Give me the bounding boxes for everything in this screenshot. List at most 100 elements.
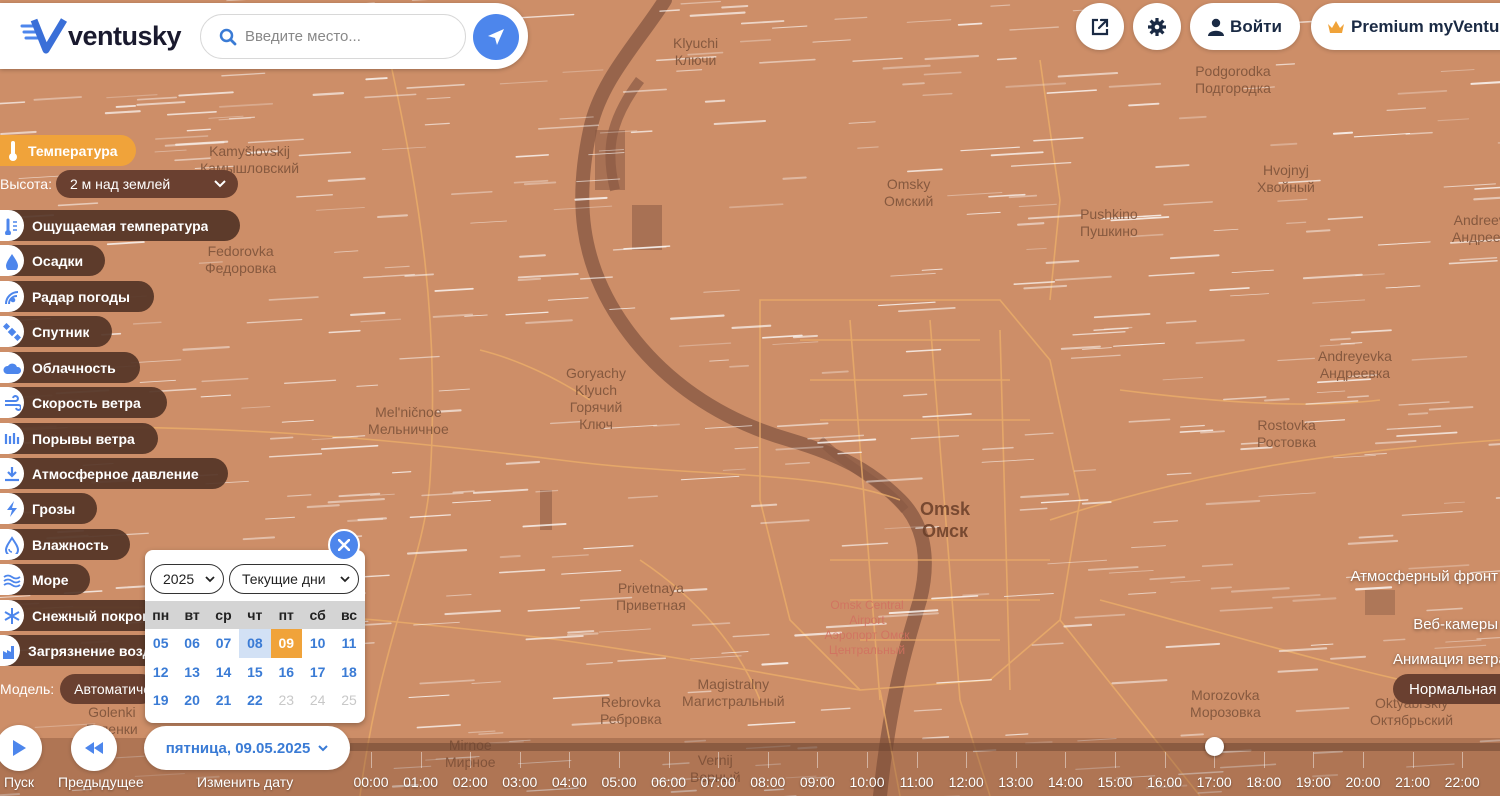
timeline-tick: [1065, 752, 1067, 768]
calendar-day: 23: [278, 692, 295, 709]
layer-label: Атмосферное давление: [32, 465, 199, 482]
place-label: Podgorodka Подгородка: [1195, 63, 1271, 96]
wind-streak: [1017, 222, 1045, 226]
timeline-hour[interactable]: 03:00: [499, 774, 541, 790]
feels-like-icon: [0, 210, 24, 241]
height-select[interactable]: 2 м над землей: [55, 170, 238, 198]
timeline-hour[interactable]: 14:00: [1044, 774, 1086, 790]
layer-item[interactable]: Осадки: [0, 245, 105, 276]
layer-item[interactable]: Ощущаемая температура: [0, 210, 240, 241]
calendar-day[interactable]: 05: [145, 629, 176, 658]
wind-streak: [996, 57, 1017, 61]
timeline-hour[interactable]: 17:00: [1193, 774, 1235, 790]
login-button[interactable]: Войти: [1190, 3, 1300, 50]
timeline-slider-handle[interactable]: [1205, 737, 1224, 756]
timeline-hour[interactable]: 02:00: [449, 774, 491, 790]
timeline-hour[interactable]: 00:00: [350, 774, 392, 790]
model-select[interactable]: Автоматически: [60, 674, 157, 704]
wind-streak: [517, 277, 542, 282]
change-date-label[interactable]: Изменить дату: [197, 774, 293, 790]
weather-front-toggle[interactable]: Атмосферный фронт: [1350, 568, 1498, 585]
calendar-day[interactable]: 14: [208, 658, 239, 687]
timeline-hour[interactable]: 08:00: [747, 774, 789, 790]
calendar-grid: пн вт ср чт пт сб вс 05 06 07 08 09 10 11 12 13 14 15 16 1…: [145, 601, 365, 715]
previous-button[interactable]: [71, 725, 117, 771]
calendar-day[interactable]: 06: [176, 629, 207, 658]
range-select[interactable]: Текущие дни: [229, 564, 359, 594]
calendar-day[interactable]: 12: [145, 658, 176, 687]
place-label: Rostovka Ростовка: [1257, 417, 1317, 450]
timeline-hour[interactable]: 16:00: [1144, 774, 1186, 790]
layer-item[interactable]: Радар погоды: [0, 281, 154, 312]
timeline-hour[interactable]: 19:00: [1292, 774, 1334, 790]
timeline-hour[interactable]: 22:00: [1441, 774, 1483, 790]
timeline-hour[interactable]: 13:00: [995, 774, 1037, 790]
calendar-day[interactable]: 16: [271, 658, 302, 687]
layer-item[interactable]: Загрязнение воздуха: [0, 635, 165, 666]
settings-button[interactable]: [1133, 3, 1181, 50]
timeline-hour[interactable]: 09:00: [796, 774, 838, 790]
layer-item[interactable]: Грозы: [0, 493, 97, 524]
share-button[interactable]: [1076, 3, 1124, 50]
calendar-close-button[interactable]: [328, 529, 360, 561]
city-label: Omsk Омск: [920, 499, 971, 541]
premium-button[interactable]: Premium myVentusky: [1311, 3, 1500, 50]
layer-item[interactable]: Снежный покров: [0, 600, 165, 631]
calendar-day[interactable]: 11: [333, 629, 364, 658]
calendar-day[interactable]: 17: [302, 658, 333, 687]
chevron-down-icon: [205, 575, 215, 582]
timeline-hour[interactable]: 12:00: [945, 774, 987, 790]
calendar-day[interactable]: 07: [208, 629, 239, 658]
timeline-hour[interactable]: 07:00: [697, 774, 739, 790]
timeline-hour[interactable]: 01:00: [400, 774, 442, 790]
calendar-week: 19 20 21 22 23 24 25: [145, 686, 365, 715]
calendar-day[interactable]: 21: [208, 686, 239, 715]
timeline-hour[interactable]: 15:00: [1094, 774, 1136, 790]
animation-speed-select[interactable]: Нормальная: [1393, 674, 1500, 704]
timeline-hour[interactable]: 04:00: [548, 774, 590, 790]
layer-item[interactable]: Спутник: [0, 316, 112, 347]
timeline-tick: [420, 752, 422, 768]
timeline-hour[interactable]: 18:00: [1243, 774, 1285, 790]
ventusky-logo[interactable]: ventusky: [20, 18, 182, 54]
airport-label: Omsk Central Airport Аэропорт Омск Центра…: [824, 598, 910, 657]
calendar-day[interactable]: 15: [239, 658, 270, 687]
calendar-day[interactable]: 13: [176, 658, 207, 687]
chevron-down-icon: [214, 180, 226, 188]
timeline-track[interactable]: [350, 743, 1500, 751]
layer-item[interactable]: Влажность: [0, 529, 130, 560]
timeline-hour[interactable]: 20:00: [1342, 774, 1384, 790]
layer-item[interactable]: Порывы ветра: [0, 423, 158, 454]
timeline-hour[interactable]: 05:00: [598, 774, 640, 790]
timeline-hour[interactable]: 21:00: [1392, 774, 1434, 790]
search-box[interactable]: [200, 14, 466, 59]
layer-item[interactable]: Облачность: [0, 352, 140, 383]
date-button[interactable]: пятница, 09.05.2025: [144, 726, 350, 770]
place-label: Magistralny Магистральный: [682, 676, 785, 709]
calendar-day[interactable]: 19: [145, 686, 176, 715]
satellite-icon: [0, 316, 24, 347]
locate-button[interactable]: [473, 14, 519, 60]
calendar-day[interactable]: 09: [270, 629, 302, 658]
year-select[interactable]: 2025: [150, 564, 224, 594]
close-icon: [338, 539, 350, 551]
calendar-day[interactable]: 20: [176, 686, 207, 715]
layer-item[interactable]: Скорость ветра: [0, 387, 167, 418]
layer-label: Море: [32, 571, 69, 588]
webcams-toggle[interactable]: Веб-камеры: [1413, 616, 1498, 633]
timeline-hour[interactable]: 10:00: [846, 774, 888, 790]
calendar-day[interactable]: 08: [239, 629, 271, 658]
timeline-tick: [1412, 752, 1414, 768]
calendar-day[interactable]: 10: [302, 629, 333, 658]
timeline-hour[interactable]: 06:00: [648, 774, 690, 790]
search-input[interactable]: [245, 28, 445, 45]
layer-item[interactable]: Море: [0, 564, 90, 595]
calendar-day[interactable]: 22: [239, 686, 270, 715]
weekday-label: чт: [247, 607, 263, 623]
calendar-day[interactable]: 18: [333, 658, 364, 687]
timeline-hour[interactable]: 11:00: [896, 774, 938, 790]
timeline-tick: [1263, 752, 1265, 768]
timeline-tick: [1115, 752, 1116, 768]
layer-temperature[interactable]: Температура: [0, 135, 136, 166]
layer-item[interactable]: Атмосферное давление: [0, 458, 228, 489]
